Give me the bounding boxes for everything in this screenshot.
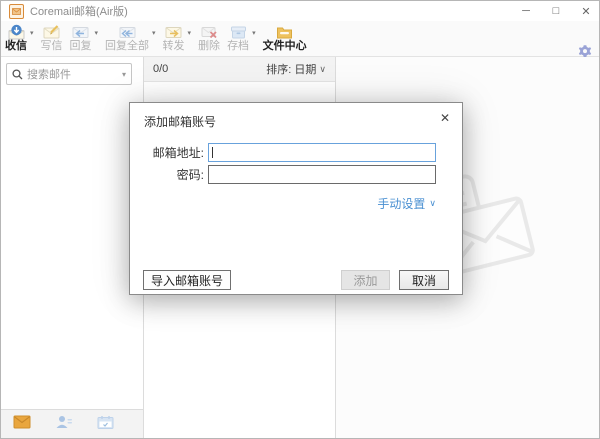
title-bar: Coremail邮箱(Air版) ─ □ ✕ — [1, 1, 600, 21]
toolbar-item-reply[interactable]: 回复 ▾ — [70, 23, 99, 53]
archive-icon — [229, 23, 248, 40]
toolbar-label: 写信 — [41, 40, 63, 53]
chevron-down-icon[interactable]: ▾ — [188, 29, 192, 37]
search-input[interactable]: 搜索邮件 ▾ — [6, 63, 132, 85]
toolbar-label: 存档 — [227, 40, 249, 53]
manual-setup-link[interactable]: 手动设置 ∨ — [377, 195, 436, 212]
email-field-label: 邮箱地址: — [130, 144, 208, 161]
add-button[interactable]: 添加 — [341, 270, 390, 290]
window-title: Coremail邮箱(Air版) — [30, 3, 128, 19]
text-cursor — [212, 147, 213, 158]
search-icon — [12, 69, 23, 80]
dialog-close-icon[interactable]: ✕ — [440, 111, 450, 125]
chevron-down-icon[interactable]: ▾ — [122, 70, 126, 79]
search-placeholder: 搜索邮件 — [27, 66, 122, 82]
email-field[interactable] — [208, 143, 436, 162]
email-field-row: 邮箱地址: — [130, 143, 436, 162]
password-field-row: 密码: — [130, 165, 436, 184]
toolbar-item-archive[interactable]: 存档 ▾ — [227, 23, 256, 53]
toolbar-label: 删除 — [198, 40, 220, 53]
window-controls: ─ □ ✕ — [511, 1, 600, 21]
calendar-icon[interactable] — [97, 415, 114, 434]
password-field-label: 密码: — [130, 166, 208, 183]
toolbar-item-reply-all[interactable]: 回复全部 ▾ — [105, 23, 156, 53]
sort-label: 排序: 日期 — [266, 61, 316, 77]
cancel-button[interactable]: 取消 — [399, 270, 449, 290]
bottom-dock — [1, 409, 144, 438]
message-count: 0/0 — [153, 63, 168, 75]
toolbar-item-forward[interactable]: 转发 ▾ — [163, 23, 192, 53]
toolbar-label: 回复 — [70, 40, 92, 53]
folder-sidebar: 搜索邮件 ▾ — [1, 57, 144, 411]
toolbar-item-delete[interactable]: 删除 — [198, 23, 220, 53]
chevron-down-icon: ∨ — [319, 64, 326, 75]
reply-icon — [71, 23, 90, 40]
message-list-header: 0/0 排序: 日期 ∨ — [144, 57, 335, 82]
sort-control[interactable]: 排序: 日期 ∨ — [266, 61, 326, 77]
chevron-down-icon[interactable]: ▾ — [252, 29, 256, 37]
contacts-icon[interactable] — [55, 415, 73, 434]
chevron-down-icon[interactable]: ▾ — [30, 29, 34, 37]
toolbar-item-file-center[interactable]: 文件中心 — [263, 23, 307, 53]
mail-icon[interactable] — [13, 415, 31, 434]
reply-all-icon — [118, 23, 137, 40]
file-center-icon — [275, 23, 294, 40]
receive-mail-icon — [7, 23, 26, 40]
forward-icon — [164, 23, 183, 40]
add-account-dialog: 添加邮箱账号 ✕ 邮箱地址: 密码: 手动设置 ∨ 导入邮箱账号 添加 取消 — [129, 102, 463, 295]
dialog-title: 添加邮箱账号 — [144, 113, 216, 130]
toolbar-item-compose[interactable]: 写信 — [41, 23, 63, 53]
app-logo-icon — [9, 4, 24, 19]
toolbar-label: 收信 — [5, 40, 27, 53]
compose-mail-icon — [42, 23, 61, 40]
manual-setup-label: 手动设置 — [377, 195, 425, 212]
chevron-down-icon[interactable]: ▾ — [152, 29, 156, 37]
toolbar-label: 文件中心 — [263, 40, 307, 53]
minimize-button[interactable]: ─ — [511, 1, 541, 21]
password-field[interactable] — [208, 165, 436, 184]
app-window: Coremail邮箱(Air版) ─ □ ✕ 收信 ▾ 写信 — [0, 0, 600, 439]
maximize-button[interactable]: □ — [541, 1, 571, 21]
toolbar-label: 转发 — [163, 40, 185, 53]
toolbar-item-receive[interactable]: 收信 ▾ — [5, 23, 34, 53]
toolbar: 收信 ▾ 写信 回复 ▾ — [1, 21, 600, 57]
toolbar-label: 回复全部 — [105, 40, 149, 53]
delete-mail-icon — [200, 23, 219, 40]
import-account-button[interactable]: 导入邮箱账号 — [143, 270, 231, 290]
close-button[interactable]: ✕ — [571, 1, 600, 21]
chevron-down-icon: ∨ — [429, 198, 436, 209]
chevron-down-icon[interactable]: ▾ — [95, 29, 99, 37]
